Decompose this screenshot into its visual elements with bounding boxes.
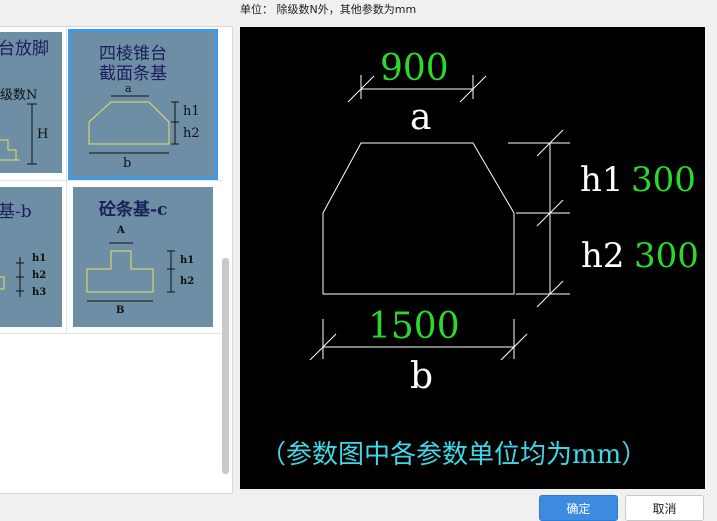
gallery-divider-bottom [0, 333, 222, 334]
tile-label: b [123, 156, 132, 171]
parameter-preview: 900 a h1 300 h2 300 1500 b （参数图中各参数单位均为m… [240, 27, 705, 489]
gallery-divider-horizontal [0, 180, 222, 181]
param-h2-value: 300 [634, 236, 699, 276]
param-b-label: b [410, 356, 434, 397]
tile-title: 砼条基-c [99, 200, 168, 220]
tile-label: h2 [183, 126, 200, 141]
tile-label: 级数N [0, 88, 38, 103]
param-b-value: 1500 [368, 306, 460, 347]
tile-title: 台放脚 [0, 39, 49, 59]
units-note: （参数图中各参数单位均为mm） [260, 440, 648, 470]
tile-label: A [117, 225, 125, 236]
tile-label: h3 [32, 287, 47, 298]
param-h1-label: h1 [580, 160, 624, 200]
tile-label: h1 [32, 253, 47, 264]
param-a-value: 900 [380, 48, 449, 89]
tile-title: 基-b [0, 202, 32, 222]
param-a-label: a [410, 97, 432, 138]
tile-step-footing[interactable]: 台放脚 级数N H [0, 32, 62, 173]
tile-trapezoid-strip-footing[interactable]: 四棱锥台 截面条基 a h1 h2 b [68, 29, 218, 180]
param-h1-value: 300 [631, 160, 696, 200]
param-h2-label: h2 [581, 236, 625, 276]
gallery-scrollbar[interactable] [222, 258, 229, 474]
tile-label: H [37, 127, 49, 142]
tile-label: h1 [183, 104, 200, 119]
tile-title: 截面条基 [99, 64, 167, 84]
tile-label: h1 [180, 255, 195, 266]
tile-label: B [116, 305, 125, 316]
foundation-type-gallery: 台放脚 级数N H 四棱锥台 截面条基 a h1 h2 b 基-b h1 h2 … [0, 26, 233, 494]
tile-label: h2 [180, 276, 195, 287]
ok-button[interactable]: 确定 [539, 495, 618, 521]
tile-concrete-strip-footing-c[interactable]: 砼条基-c A h1 h2 B [73, 187, 213, 327]
unit-note: 单位： 除级数N外，其他参数为mm [240, 3, 417, 16]
tile-label: a [125, 82, 132, 95]
tile-strip-footing-b[interactable]: 基-b h1 h2 h3 [0, 187, 62, 327]
cancel-button[interactable]: 取消 [625, 495, 704, 521]
tile-label: h2 [32, 270, 47, 281]
section-outline [322, 142, 515, 295]
